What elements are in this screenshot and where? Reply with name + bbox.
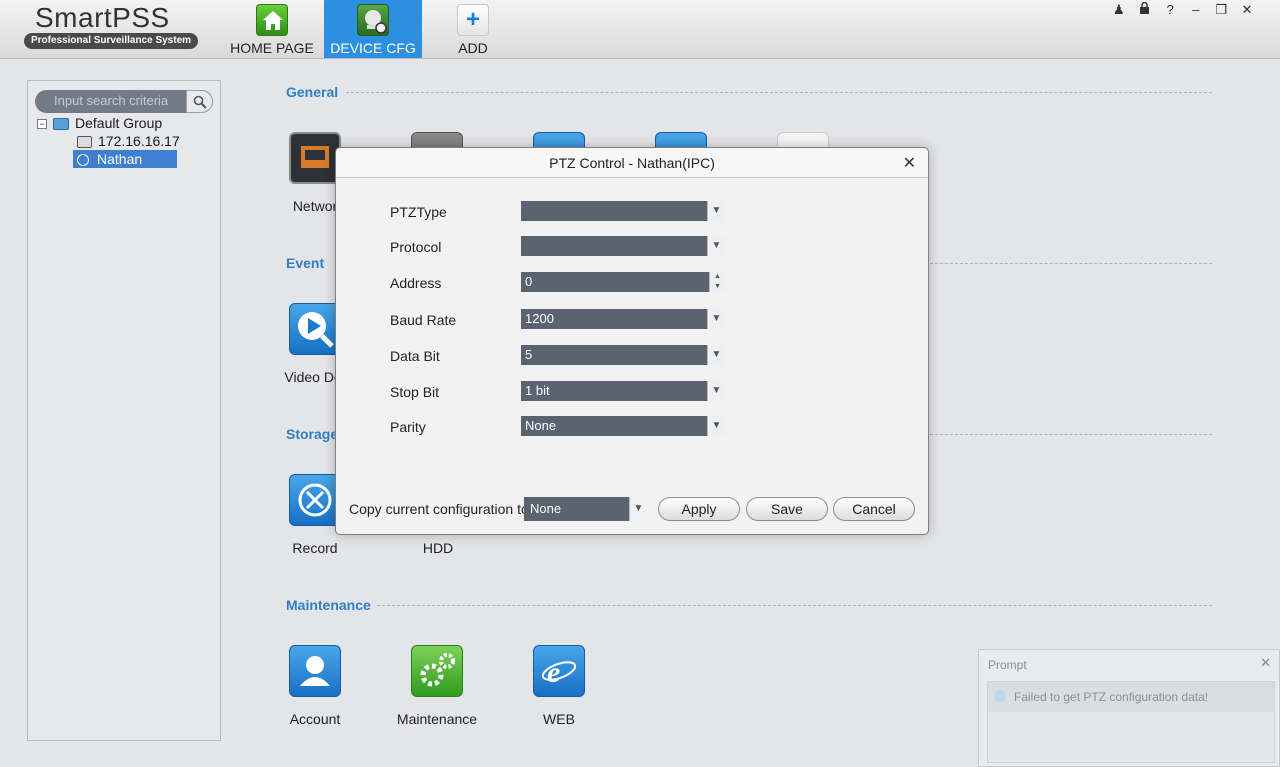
field-label: Baud Rate [390, 312, 457, 328]
section-storage: Storage [286, 426, 339, 442]
section-maintenance: Maintenance [286, 597, 371, 613]
home-icon [256, 4, 288, 36]
search-icon[interactable] [186, 90, 213, 113]
apply-button[interactable]: Apply [658, 497, 740, 521]
device-tree: − Default Group 172.16.16.17 Nathan [37, 114, 180, 168]
chevron-down-icon[interactable]: ▼ [629, 497, 647, 521]
field-label: Address [390, 275, 442, 291]
restore-icon[interactable]: ❐ [1210, 2, 1232, 18]
chevron-down-icon[interactable]: ▼ [707, 309, 725, 329]
nav-home-label: HOME PAGE [230, 40, 314, 56]
data-bit-select[interactable]: 5 ▼ [521, 345, 725, 365]
prompt-title: Prompt [988, 658, 1027, 672]
field-label: Parity [390, 419, 426, 435]
chevron-down-icon[interactable]: ▼ [707, 381, 725, 401]
tree-item-selected[interactable]: Nathan [73, 150, 177, 168]
chevron-down-icon[interactable]: ▼ [707, 236, 725, 256]
logo-text: SmartPSS [35, 2, 170, 33]
tile-web[interactable]: e WEB [509, 645, 609, 727]
tree-item-device[interactable]: 172.16.16.17 [37, 132, 180, 150]
copy-config-select[interactable]: None ▼ [524, 497, 647, 521]
folder-icon [53, 118, 69, 131]
copy-config-label: Copy current configuration to [349, 501, 529, 517]
parity-select[interactable]: None ▼ [521, 416, 725, 436]
tile-maintenance[interactable]: Maintenance [387, 645, 487, 727]
save-button[interactable]: Save [746, 497, 828, 521]
section-divider [346, 92, 1212, 93]
close-icon[interactable]: ✕ [1236, 2, 1258, 18]
help-icon[interactable]: ? [1159, 2, 1181, 17]
logo-subtitle: Professional Surveillance System [24, 33, 198, 49]
address-stepper[interactable]: 0 ▲ ▼ [521, 272, 725, 292]
tile-account-label: Account [289, 711, 341, 727]
field-label: Data Bit [390, 348, 440, 364]
account-icon [289, 645, 341, 697]
window-controls: ♟ ? – ❐ ✕ [1108, 1, 1258, 18]
tile-web-label: WEB [543, 711, 575, 727]
prompt-notification: Prompt ✕ Failed to get PTZ configuration… [978, 649, 1280, 767]
nav-device-cfg[interactable]: DEVICE CFG [324, 0, 422, 58]
device-icon [77, 136, 92, 149]
ptz-type-select[interactable]: ▼ [521, 201, 725, 221]
prompt-message: Failed to get PTZ configuration data! [1014, 690, 1209, 704]
section-divider [930, 434, 1212, 435]
prompt-body: Failed to get PTZ configuration data! [987, 681, 1275, 763]
section-event: Event [286, 255, 325, 271]
cancel-button[interactable]: Cancel [833, 497, 915, 521]
tile-hdd-label: HDD [422, 540, 454, 556]
field-label: Protocol [390, 239, 442, 255]
plus-icon: + [457, 4, 489, 36]
chevron-down-icon[interactable]: ▼ [707, 416, 725, 436]
baud-rate-select[interactable]: 1200 ▼ [521, 309, 725, 329]
close-icon[interactable]: ✕ [903, 153, 916, 173]
video-detect-icon [289, 303, 341, 355]
svg-text:e: e [547, 656, 560, 689]
user-icon[interactable]: ♟ [1108, 2, 1130, 18]
tile-record-label: Record [292, 540, 338, 556]
nav-add-label: ADD [458, 40, 488, 56]
minimize-icon[interactable]: – [1185, 2, 1207, 17]
field-label: Stop Bit [390, 384, 440, 400]
tree-group-label: Default Group [75, 115, 163, 131]
nav-add[interactable]: + ADD [424, 0, 522, 58]
section-general: General [286, 84, 339, 100]
collapse-icon[interactable]: − [37, 119, 47, 130]
close-icon[interactable]: ✕ [1260, 655, 1271, 671]
top-bar: SmartPSS Professional Surveillance Syste… [0, 0, 1280, 59]
nav-home-page[interactable]: HOME PAGE [222, 0, 322, 58]
tree-item-default-group[interactable]: − Default Group [37, 114, 180, 132]
search-box[interactable]: Input search criteria [35, 90, 213, 113]
dialog-title: PTZ Control - Nathan(IPC) [336, 148, 928, 178]
web-icon: e [533, 645, 585, 697]
chevron-down-icon[interactable]: ▼ [707, 345, 725, 365]
tree-item-nathan[interactable]: Nathan [37, 150, 180, 168]
chevron-down-icon[interactable]: ▼ [707, 201, 725, 221]
field-label: PTZType [390, 204, 447, 220]
info-bulb-icon [995, 690, 1005, 702]
app-logo: SmartPSS Professional Surveillance Syste… [22, 2, 202, 52]
camera-icon [77, 154, 89, 167]
device-tree-panel: Input search criteria − Default Group 172… [27, 80, 221, 741]
gear-icon [411, 645, 463, 697]
stop-bit-select[interactable]: 1 bit ▼ [521, 381, 725, 401]
ptz-control-dialog: PTZ Control - Nathan(IPC) ✕ PTZType ▼ Pr… [335, 147, 929, 535]
nav-device-cfg-label: DEVICE CFG [330, 40, 416, 56]
tile-maintenance-label: Maintenance [396, 711, 478, 727]
prompt-message-row: Failed to get PTZ configuration data! [988, 682, 1274, 712]
tree-nathan-label: Nathan [97, 151, 143, 167]
section-divider [377, 605, 1212, 606]
device-cfg-icon [357, 4, 389, 36]
spin-arrows-icon[interactable]: ▲ ▼ [709, 272, 725, 292]
search-input[interactable]: Input search criteria [54, 93, 168, 108]
lock-icon[interactable] [1134, 1, 1156, 17]
network-icon [289, 132, 341, 184]
tree-device-label: 172.16.16.17 [98, 133, 180, 149]
protocol-select[interactable]: ▼ [521, 236, 725, 256]
tile-account[interactable]: Account [265, 645, 365, 727]
record-icon [289, 474, 341, 526]
section-divider [930, 263, 1212, 264]
